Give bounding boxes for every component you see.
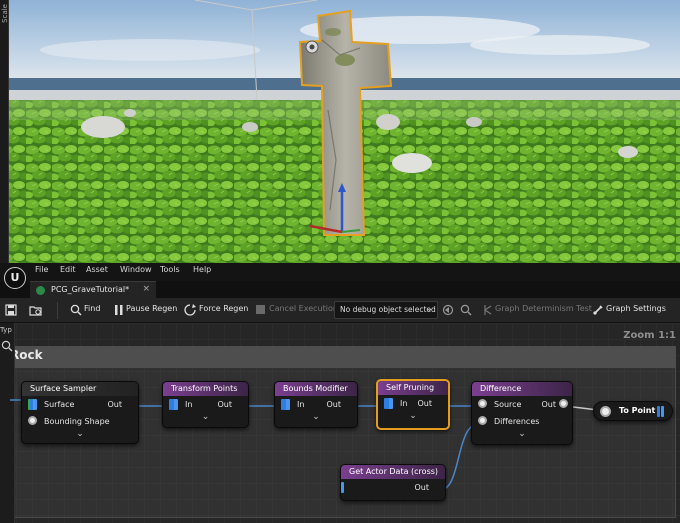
node-title: To Point xyxy=(619,406,656,415)
cancel-execution-button[interactable]: Cancel Execution xyxy=(269,304,338,313)
tab-pcg-grave-tutorial[interactable]: PCG_GraveTutorial* × xyxy=(30,281,156,298)
point-data-pin-icon[interactable] xyxy=(657,406,666,417)
node-title: Self Pruning xyxy=(378,381,448,395)
node-title: Bounds Modifier xyxy=(275,382,357,396)
pin-surface[interactable]: Surface Out xyxy=(22,396,138,413)
chevron-down-icon[interactable]: ⌄ xyxy=(22,430,138,442)
level-viewport[interactable]: Scale xyxy=(0,0,680,263)
pin-differences[interactable]: Differences xyxy=(472,413,572,430)
chevron-down-icon: ⌄ xyxy=(426,304,433,313)
node-self-pruning[interactable]: Self Pruning In Out ⌄ xyxy=(376,379,450,430)
menu-help[interactable]: Help xyxy=(193,265,211,274)
debug-search-icon[interactable] xyxy=(460,304,472,316)
debug-object-value: No debug object selected xyxy=(340,305,436,314)
pin-out[interactable]: Out xyxy=(341,479,445,496)
browse-folder-icon[interactable] xyxy=(29,304,43,316)
graph-settings-icon xyxy=(593,305,603,315)
spatial-pin-icon[interactable] xyxy=(478,416,487,425)
spatial-pin-icon[interactable] xyxy=(478,399,487,408)
node-title: Get Actor Data (cross) xyxy=(341,465,445,479)
pause-icon xyxy=(115,305,123,315)
chevron-down-icon[interactable]: ⌄ xyxy=(275,413,357,425)
pin-source[interactable]: Source Out xyxy=(472,396,572,413)
point-data-pin-icon[interactable] xyxy=(170,399,180,410)
node-bounds-modifier[interactable]: Bounds Modifier In Out ⌄ xyxy=(274,381,358,428)
stop-icon xyxy=(256,305,265,314)
spatial-pin-icon[interactable] xyxy=(559,399,568,408)
point-data-pin-icon[interactable] xyxy=(385,398,395,409)
point-data-pin-icon[interactable] xyxy=(341,482,346,493)
toolbar-separator xyxy=(57,302,58,319)
pcg-graph-icon xyxy=(36,286,45,295)
menu-tools[interactable]: Tools xyxy=(160,265,180,274)
debug-object-dropdown[interactable]: No debug object selected ⌄ xyxy=(334,301,438,319)
pin-in-out[interactable]: In Out xyxy=(275,396,357,413)
pause-regen-button[interactable]: Pause Regen xyxy=(126,304,177,313)
menu-file[interactable]: File xyxy=(35,265,48,274)
node-title: Transform Points xyxy=(163,382,248,396)
tab-label: PCG_GraveTutorial* xyxy=(51,285,130,294)
spatial-pin-icon xyxy=(28,416,37,425)
find-button[interactable]: Find xyxy=(84,304,100,313)
pin-in-out[interactable]: In Out xyxy=(163,396,248,413)
viewport-side-strip: Scale xyxy=(0,0,9,263)
graph-determinism-test-button[interactable]: Graph Determinism Test xyxy=(495,304,592,313)
point-data-pin-icon[interactable] xyxy=(29,399,39,410)
viewport-scene xyxy=(0,0,680,263)
force-regen-button[interactable]: Force Regen xyxy=(199,304,248,313)
node-surface-sampler[interactable]: Surface Sampler Surface Out Bounding Sha… xyxy=(21,381,139,444)
chevron-down-icon[interactable]: ⌄ xyxy=(163,413,248,425)
node-transform-points[interactable]: Transform Points In Out ⌄ xyxy=(162,381,249,428)
point-data-pin-icon[interactable] xyxy=(282,399,292,410)
menu-asset[interactable]: Asset xyxy=(86,265,108,274)
node-title: Surface Sampler xyxy=(22,382,138,396)
pin-bounding-shape[interactable]: Bounding Shape xyxy=(22,413,138,430)
node-difference[interactable]: Difference Source Out Differences ⌄ xyxy=(471,381,573,445)
debug-back-icon[interactable] xyxy=(442,304,454,316)
chevron-down-icon[interactable]: ⌄ xyxy=(378,412,448,424)
determinism-icon xyxy=(484,305,492,315)
menu-window[interactable]: Window xyxy=(120,265,152,274)
viewport-side-label: Scale xyxy=(1,4,9,23)
node-title: Difference xyxy=(472,382,572,396)
find-icon xyxy=(70,304,82,316)
save-icon[interactable] xyxy=(5,304,17,316)
menu-edit[interactable]: Edit xyxy=(60,265,76,274)
node-to-point[interactable]: To Point xyxy=(593,401,673,421)
pin-in-out[interactable]: In Out xyxy=(378,395,448,412)
force-regen-icon xyxy=(184,304,196,316)
graph-settings-button[interactable]: Graph Settings xyxy=(606,304,666,313)
node-get-actor-data[interactable]: Get Actor Data (cross) Out xyxy=(340,464,446,501)
chevron-down-icon[interactable]: ⌄ xyxy=(472,430,572,442)
spatial-pin-icon[interactable] xyxy=(600,406,611,417)
unreal-logo-icon[interactable]: U xyxy=(4,267,26,289)
close-icon[interactable]: × xyxy=(142,284,150,294)
